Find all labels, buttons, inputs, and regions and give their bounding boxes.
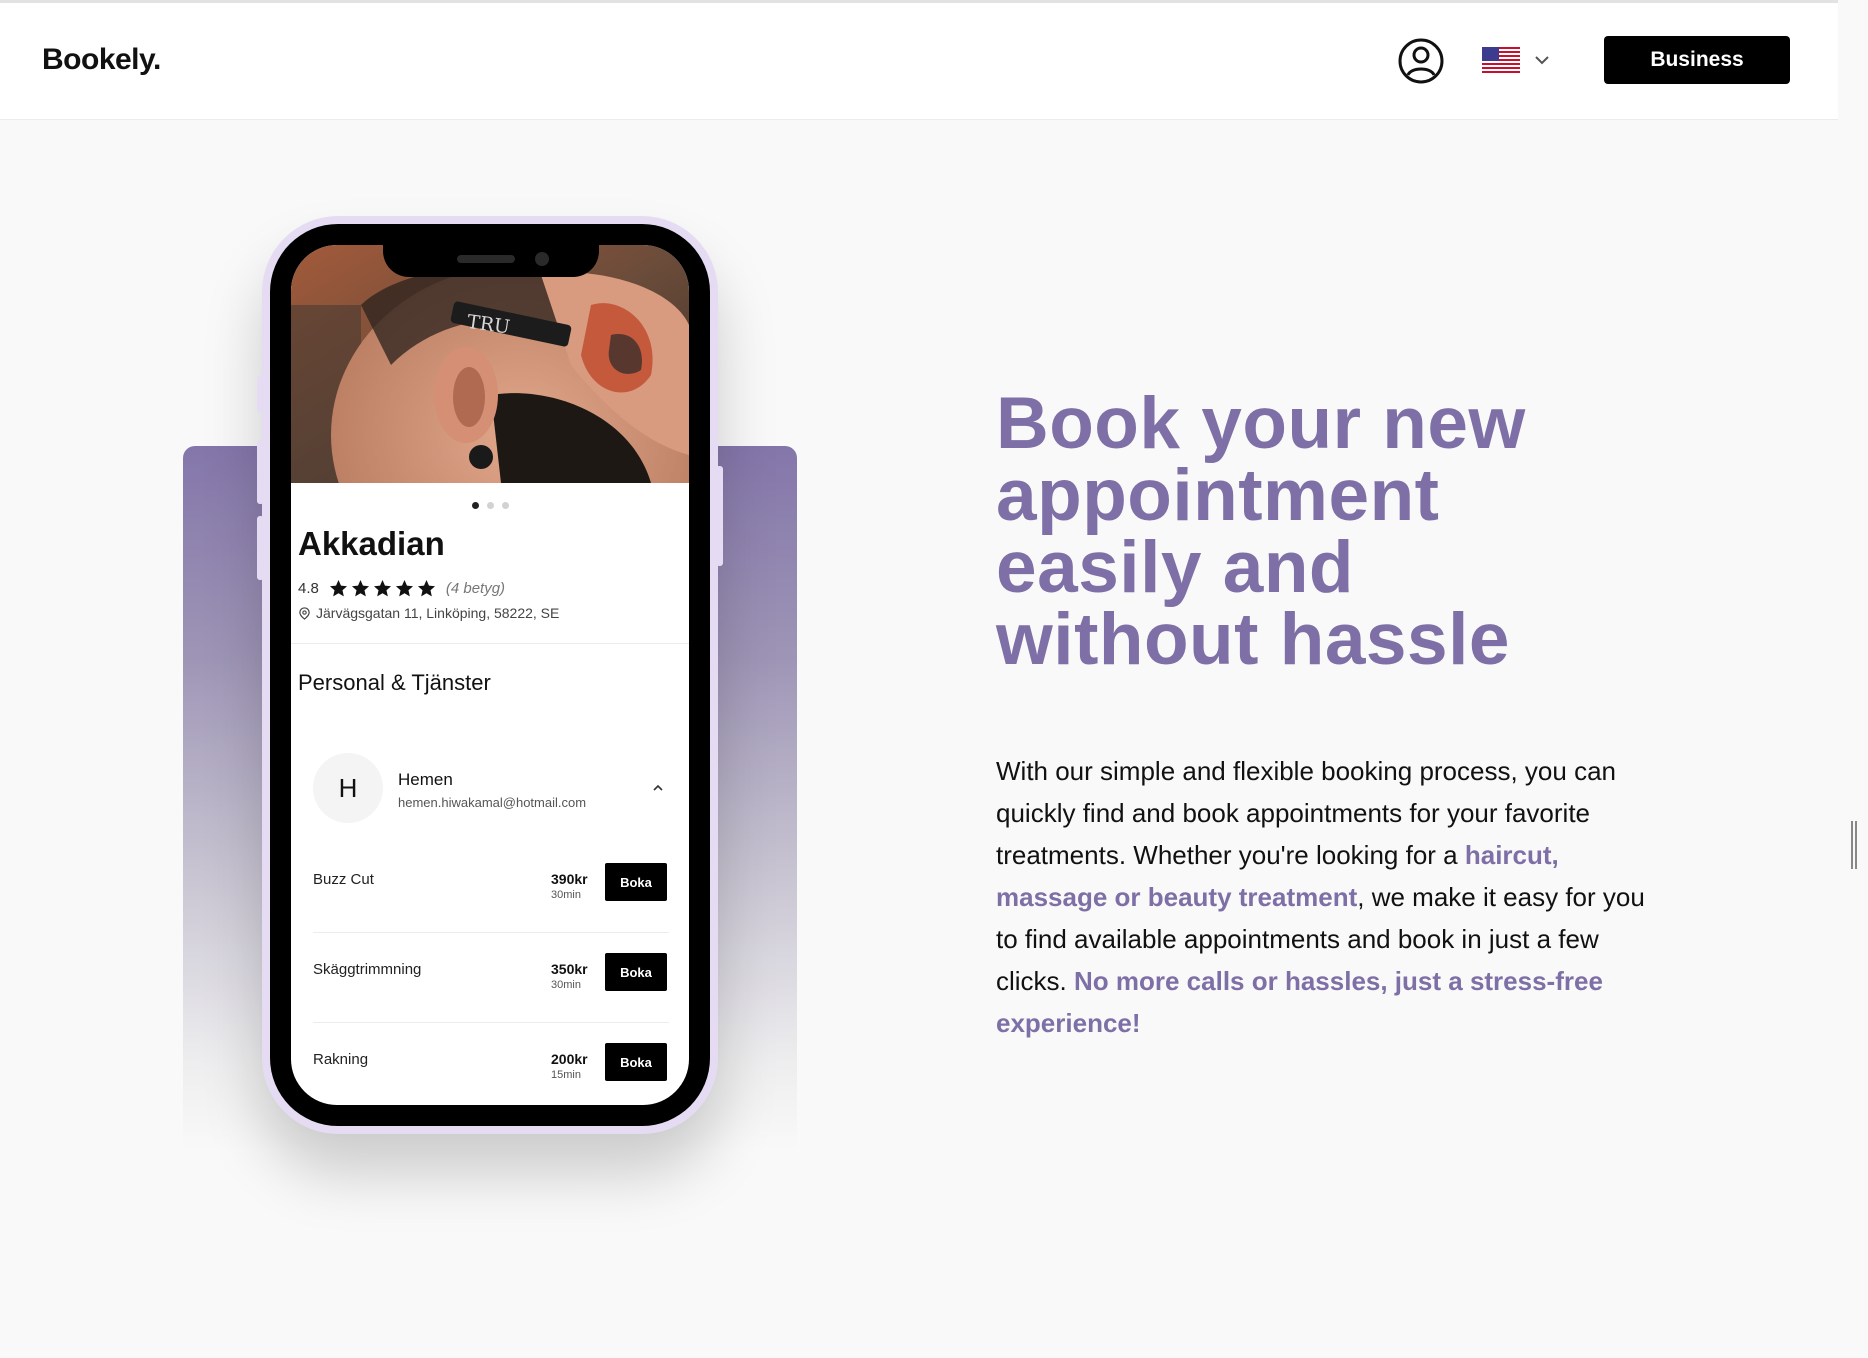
service-price: 350kr	[551, 961, 588, 977]
phone-side-button	[257, 440, 264, 504]
divider	[313, 932, 669, 933]
service-duration: 30min	[551, 889, 581, 901]
highlight-text: No more calls or hassles, just a stress-…	[996, 966, 1603, 1038]
divider	[291, 643, 689, 644]
service-duration: 15min	[551, 1069, 581, 1081]
phone-mockup: TRU Akkadian 4.8 (4 betyg) Järvägsgatan …	[257, 216, 723, 1134]
phone-screen: TRU Akkadian 4.8 (4 betyg) Järvägsgatan …	[291, 245, 689, 1105]
phone-side-button	[716, 466, 723, 566]
address-row: Järvägsgatan 11, Linköping, 58222, SE	[298, 605, 559, 621]
salon-name: Akkadian	[298, 525, 445, 562]
book-button[interactable]: Boka	[605, 1043, 667, 1081]
star-icon	[329, 579, 347, 597]
service-row: Rakning 200kr 15min Boka	[313, 1035, 669, 1105]
book-button[interactable]: Boka	[605, 863, 667, 901]
staff-name: Hemen	[398, 770, 453, 789]
camera-dot	[535, 252, 549, 266]
site-header: Bookely. Business	[0, 3, 1838, 120]
location-pin-icon	[299, 606, 310, 620]
service-row: Skäggtrimmning 350kr 30min Boka	[313, 945, 669, 1035]
phone-side-button	[257, 516, 264, 580]
scrollbar-handle[interactable]	[1851, 821, 1857, 869]
language-selector[interactable]	[1482, 45, 1551, 75]
rating-row: 4.8 (4 betyg)	[298, 579, 505, 598]
staff-email: hemen.hiwakamal@hotmail.com	[398, 795, 587, 810]
service-row: Buzz Cut 390kr 30min Boka	[313, 855, 669, 945]
hero-headline: Book your new appointment easily and wit…	[996, 383, 1526, 680]
us-flag-icon	[1482, 47, 1520, 73]
section-title: Personal & Tjänster	[298, 670, 491, 695]
hero-description: With our simple and flexible booking pro…	[996, 750, 1656, 1044]
service-name: Buzz Cut	[313, 871, 374, 888]
service-price: 200kr	[551, 1051, 588, 1067]
phone-notch	[383, 245, 599, 277]
service-name: Skäggtrimmning	[313, 961, 422, 978]
carousel-dot[interactable]	[501, 502, 509, 509]
barber-photo: TRU	[291, 245, 689, 483]
address-text: Järvägsgatan 11, Linköping, 58222, SE	[316, 605, 560, 621]
user-circle-icon[interactable]	[1397, 37, 1445, 85]
service-name: Rakning	[313, 1051, 369, 1068]
carousel-dot[interactable]	[471, 502, 479, 509]
service-duration: 30min	[551, 979, 581, 991]
rating-count[interactable]: (4 betyg)	[446, 580, 505, 597]
star-icon	[351, 579, 369, 597]
rating-value: 4.8	[298, 580, 319, 597]
carousel-dot[interactable]	[486, 502, 494, 509]
star-icon	[417, 579, 435, 597]
speaker-grille	[457, 255, 515, 263]
phone-side-button	[257, 376, 264, 412]
service-price: 390kr	[551, 871, 588, 887]
business-button[interactable]: Business	[1604, 36, 1790, 84]
chevron-down-icon	[1535, 56, 1549, 65]
logo[interactable]: Bookely.	[42, 43, 161, 77]
staff-avatar: H	[313, 753, 383, 823]
star-icon	[373, 579, 391, 597]
chevron-up-icon[interactable]	[651, 783, 665, 793]
carousel-dots	[291, 502, 689, 509]
book-button[interactable]: Boka	[605, 953, 667, 991]
star-icon	[395, 579, 413, 597]
star-rating	[329, 579, 436, 598]
divider	[313, 1022, 669, 1023]
